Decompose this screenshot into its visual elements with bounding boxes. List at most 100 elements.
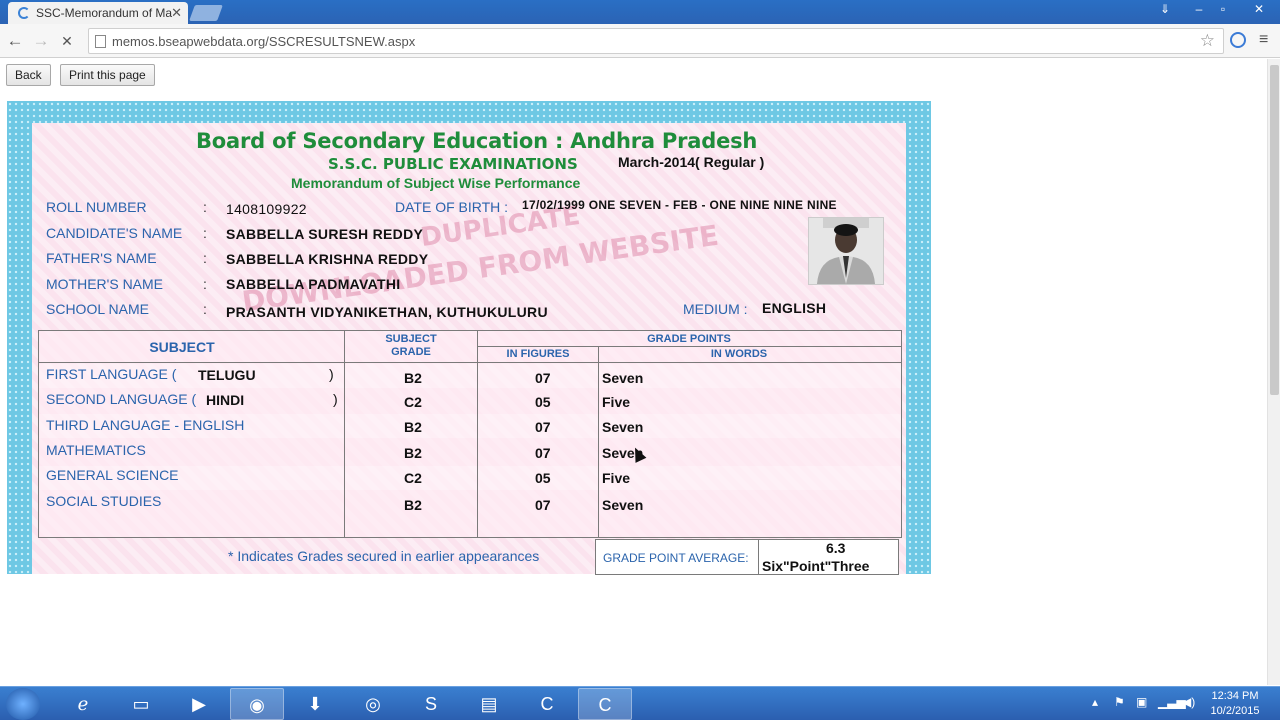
row-words: Seven [602,497,644,513]
camtasia-icon[interactable]: C [520,688,574,720]
chrome-icon[interactable]: ◉ [230,688,284,720]
row-grade: B2 [404,445,422,461]
row-words: Five [602,470,631,486]
medium-label: MEDIUM : [683,301,748,317]
colon: : [203,276,207,292]
school-name-label: SCHOOL NAME [46,301,149,317]
board-title: Board of Secondary Education : Andhra Pr… [196,129,758,153]
row-grade: B2 [404,497,422,513]
dob-label: DATE OF BIRTH : [395,199,509,215]
stop-loading-icon[interactable]: ✕ [56,30,78,52]
candidate-photo [808,217,884,285]
user-icon[interactable]: ⇓ [1152,2,1178,18]
row-figures: 07 [535,497,551,513]
row-grade: B2 [404,370,422,386]
row-close-paren: ) [333,391,338,407]
row-language: HINDI [206,392,245,408]
camtasia-recorder-icon[interactable]: C [578,688,632,720]
row-subject: THIRD LANGUAGE - ENGLISH [46,417,245,433]
gpa-divider [758,539,759,575]
row-words: Seven [602,370,644,386]
tray-app-icon[interactable]: ▣ [1136,695,1147,709]
page-scrollbar[interactable] [1267,59,1280,685]
exam-session: March-2014( Regular ) [618,154,765,170]
father-name-value: SABBELLA KRISHNA REDDY [226,251,429,267]
row-figures: 07 [535,445,551,461]
skype-icon[interactable]: S [404,688,458,720]
back-arrow-icon[interactable]: ← [4,30,26,52]
gpa-label: GRADE POINT AVERAGE: [603,551,749,565]
media-player-icon[interactable]: ▶ [172,688,226,720]
header-divider [478,346,901,347]
windows-start-icon[interactable] [6,688,40,720]
row-subject: GENERAL SCIENCE [46,467,179,483]
page-icon [95,35,106,48]
internet-explorer-icon[interactable]: ℯ [56,688,110,720]
volume-icon[interactable]: ◀) [1182,695,1195,709]
grade-column-header-2: GRADE [391,346,431,358]
row-subject: MATHEMATICS [46,442,146,458]
row-language: TELUGU [198,367,256,383]
row-close-paren: ) [329,366,334,382]
show-hidden-icons-icon[interactable]: ▴ [1092,695,1098,709]
person-photo-icon [809,218,883,284]
minimize-icon[interactable]: – [1186,2,1212,18]
maximize-icon[interactable]: ▫ [1210,2,1236,18]
browser-toolbar: ← → ✕ memos.bseapwebdata.org/SSCRESULTSN… [0,24,1280,58]
header-bottom-line [39,362,901,363]
tab-close-icon[interactable]: ✕ [171,5,182,21]
row-grade: C2 [404,394,422,410]
dob-value: 17/02/1999 ONE SEVEN - FEB - ONE NINE NI… [522,198,837,212]
address-bar[interactable]: memos.bseapwebdata.org/SSCRESULTSNEW.asp… [88,28,1224,54]
browser-titlebar: SSC-Memorandum of Ma ✕ ⇓ – ▫ ✕ [0,0,1280,24]
scrollbar-thumb[interactable] [1270,65,1279,395]
file-explorer-icon[interactable]: ▭ [114,688,168,720]
roll-number-value: 1408109922 [226,201,307,217]
colon: : [203,250,207,266]
row-grade: C2 [404,470,422,486]
system-clock[interactable]: 12:34 PM 10/2/2015 [1208,689,1262,719]
mother-name-value: SABBELLA PADMAVATHI [226,276,401,292]
row-words: Seven [602,419,644,435]
mother-name-label: MOTHER'S NAME [46,276,164,292]
row-words: Five [602,394,631,410]
school-name-value: PRASANTH VIDYANIKETHAN, KUTHUKULURU [226,304,548,320]
bookmark-star-icon[interactable]: ☆ [1200,31,1215,51]
row-subject: FIRST LANGUAGE ( [46,366,177,382]
tab-title: SSC-Memorandum of Ma [36,6,173,20]
address-url[interactable]: memos.bseapwebdata.org/SSCRESULTSNEW.asp… [112,34,415,49]
in-words-header: IN WORDS [710,348,768,360]
grade-column-header-1: SUBJECT [385,333,437,345]
candidate-name-label: CANDIDATE'S NAME [46,225,183,241]
browser-tab[interactable]: SSC-Memorandum of Ma ✕ [8,2,188,24]
subject-column-header: SUBJECT [149,339,215,355]
loading-spinner-icon [18,7,30,19]
window-close-icon[interactable]: ✕ [1246,2,1272,18]
exam-title: S.S.C. PUBLIC EXAMINATIONS [328,155,578,173]
action-center-flag-icon[interactable]: ⚑ [1114,695,1125,709]
chrome-menu-icon[interactable]: ≡ [1259,31,1268,49]
row-figures: 07 [535,370,551,386]
gpa-words: Six"Point"Three [762,558,870,574]
medium-value: ENGLISH [762,300,827,316]
print-button[interactable]: Print this page [60,64,155,86]
clock-time: 12:34 PM [1211,690,1259,702]
download-icon[interactable]: ⬇ [288,688,342,720]
column-divider [598,346,599,538]
back-button[interactable]: Back [6,64,51,86]
memo-subtitle: Memorandum of Subject Wise Performance [291,175,581,191]
row-subject: SECOND LANGUAGE ( [46,391,197,407]
father-name-label: FATHER'S NAME [46,250,157,266]
windows-taskbar: ℯ ▭ ▶ ◉ ⬇ ◎ S ▤ C C ▴ ⚑ ▣ ▁▃▅ ◀) 12:34 P… [0,686,1280,720]
colon: : [203,225,207,241]
roll-number-label: ROLL NUMBER [46,199,147,215]
row-grade: B2 [404,419,422,435]
colon: : [203,199,207,215]
row-figures: 07 [535,419,551,435]
sync-extension-icon[interactable] [1230,32,1246,48]
app-spiral-icon[interactable]: ◎ [346,688,400,720]
footnote: * Indicates Grades secured in earlier ap… [228,548,540,564]
notepad-icon[interactable]: ▤ [462,688,516,720]
new-tab-button[interactable] [189,5,223,21]
forward-arrow-icon[interactable]: → [30,30,52,52]
